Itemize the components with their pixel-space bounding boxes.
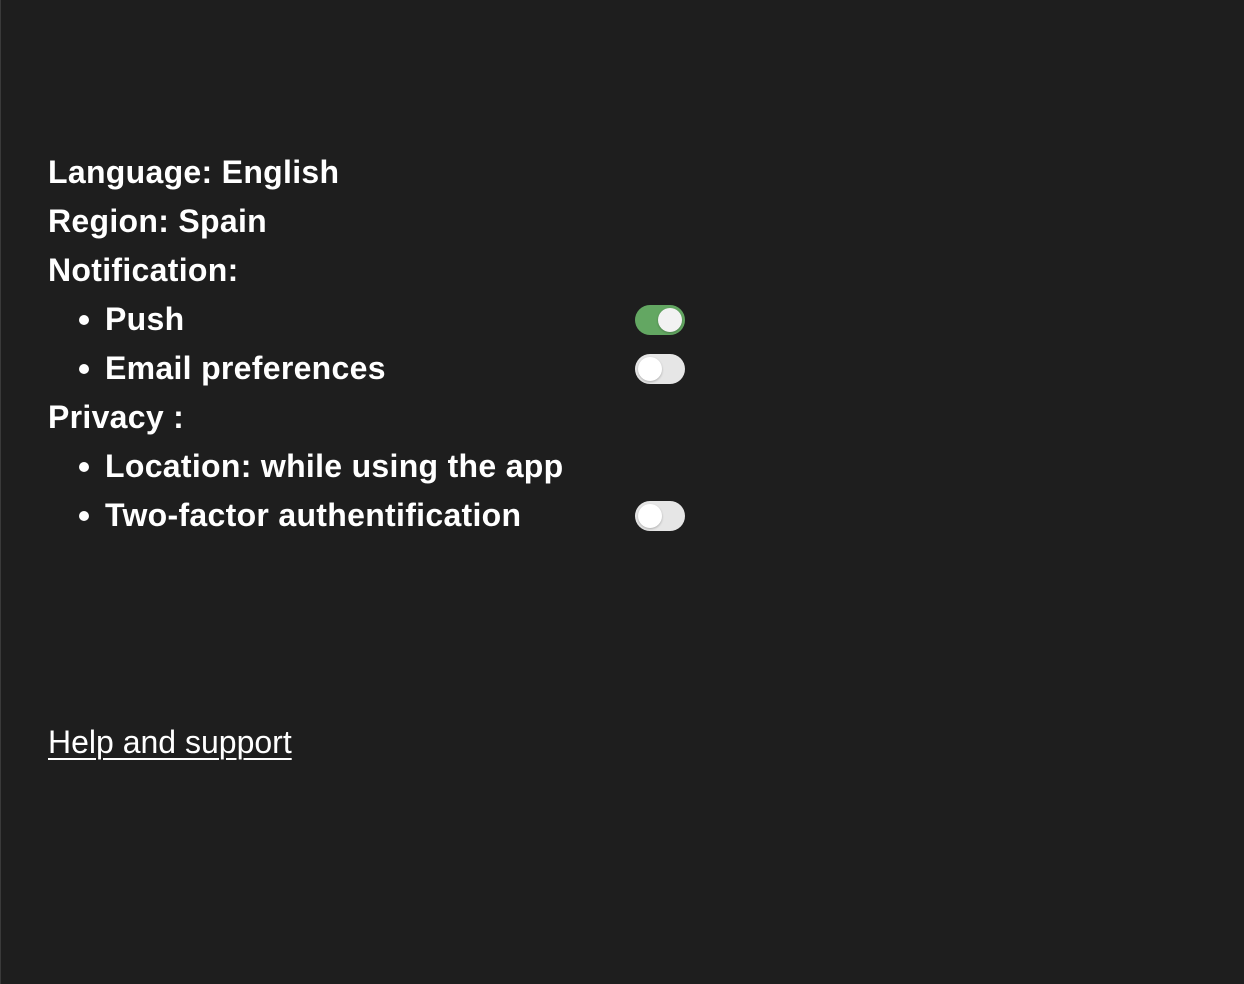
list-item-email-preferences: Email preferences [48,344,748,393]
bullet-icon [79,363,89,374]
help-and-support-link[interactable]: Help and support [48,724,292,761]
toggle-knob [658,307,682,332]
list-item-location[interactable]: Location: while using the app [48,442,748,491]
window-left-border [0,0,1,984]
bullet-icon [79,510,89,521]
push-label: Push [105,301,185,337]
privacy-heading: Privacy : [48,399,185,435]
settings-panel: Language: English Region: Spain Notifica… [48,148,748,540]
email-preferences-toggle[interactable] [635,353,685,384]
push-toggle[interactable] [635,304,685,335]
toggle-knob [638,356,662,381]
email-preferences-label: Email preferences [105,350,386,386]
location-label: Location: while using the app [105,448,564,484]
toggle-knob [638,503,662,528]
bullet-icon [79,461,89,472]
list-item-push: Push [48,295,748,344]
language-setting[interactable]: Language: English [48,148,748,197]
list-item-two-factor: Two-factor authentification [48,491,748,540]
two-factor-toggle[interactable] [635,500,685,531]
two-factor-label: Two-factor authentification [105,497,522,533]
notification-heading: Notification: [48,252,239,288]
region-setting[interactable]: Region: Spain [48,197,748,246]
bullet-icon [79,314,89,325]
